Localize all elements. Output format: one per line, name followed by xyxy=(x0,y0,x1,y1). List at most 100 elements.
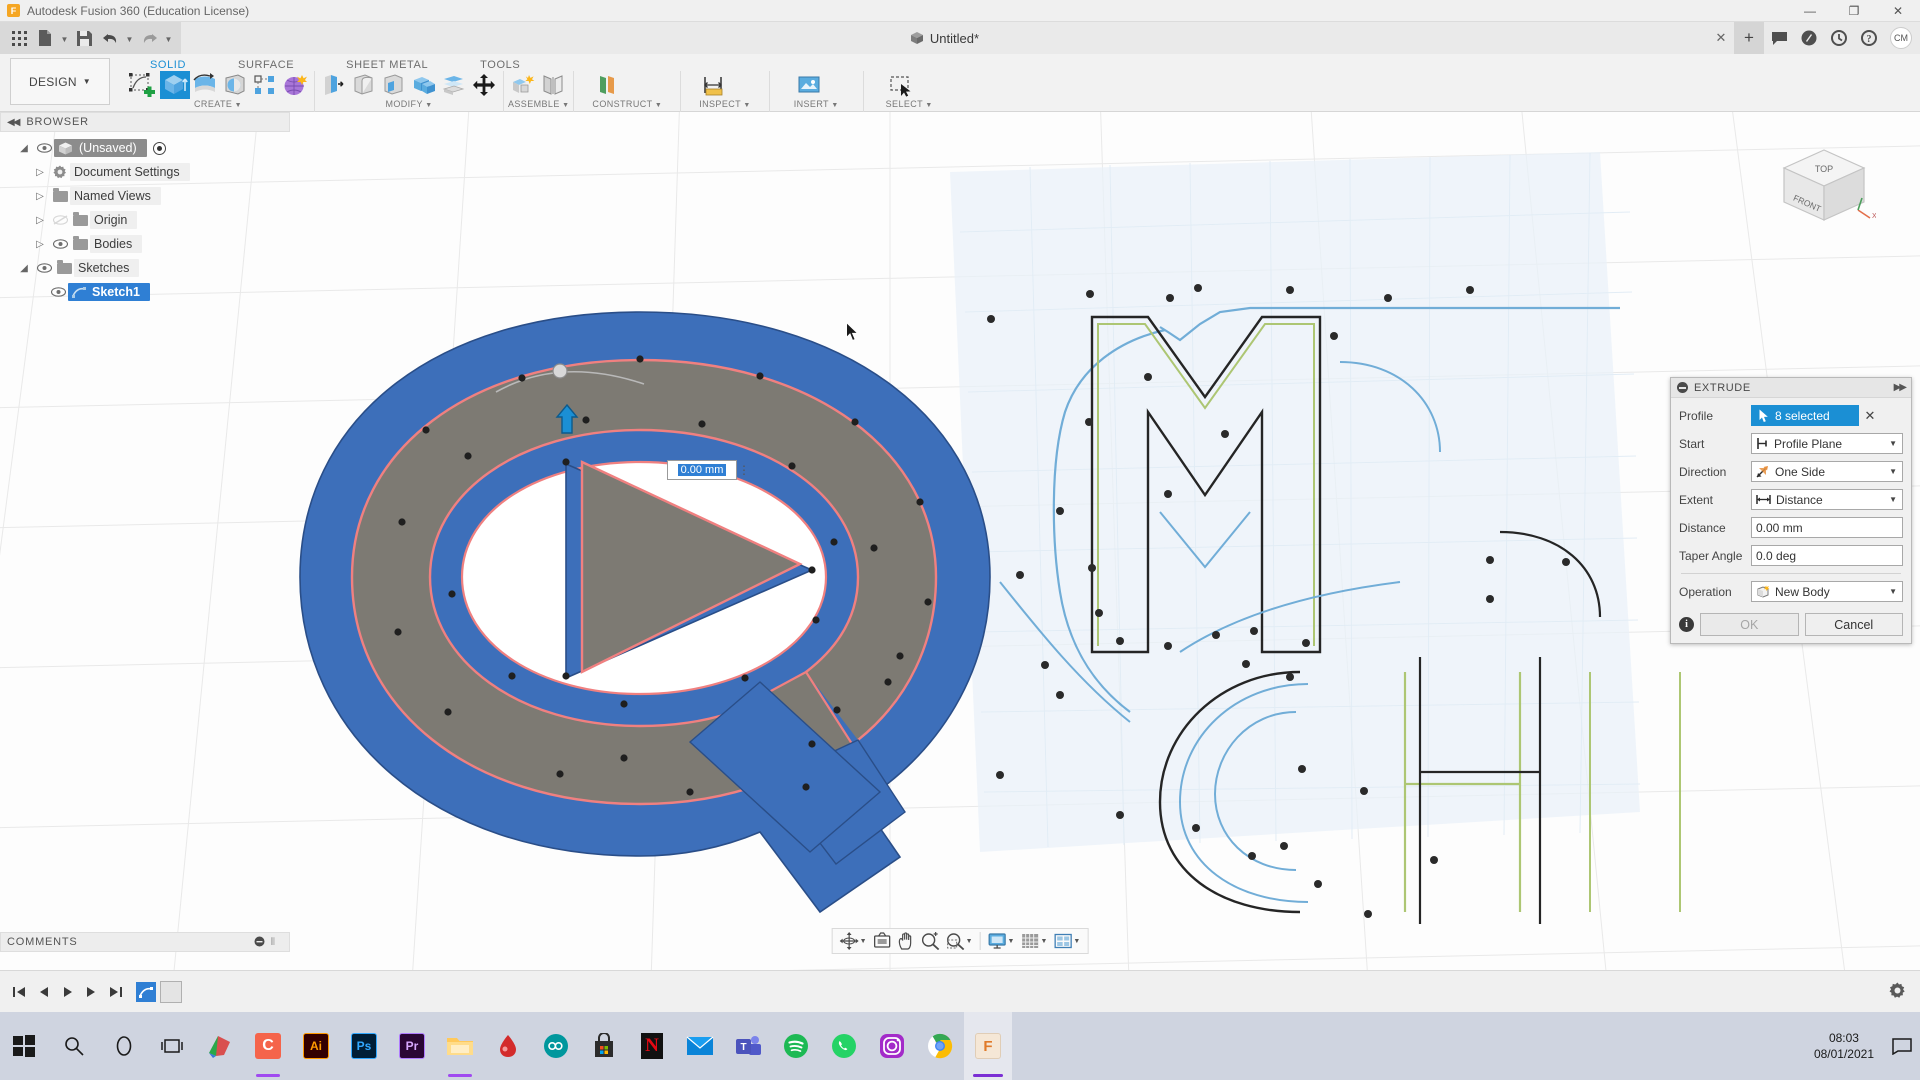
look-at-icon[interactable] xyxy=(870,929,895,953)
revolve-icon[interactable] xyxy=(190,71,220,99)
paint-3d-icon[interactable] xyxy=(196,1012,244,1080)
maximize-button[interactable]: ❐ xyxy=(1832,0,1876,22)
premiere-icon[interactable]: Pr xyxy=(388,1012,436,1080)
browser-item-bodies[interactable]: ▷ Bodies xyxy=(0,232,300,256)
task-view-icon[interactable] xyxy=(148,1012,196,1080)
recent-icon[interactable] xyxy=(1824,22,1854,54)
distance-input[interactable]: 0.00 mm xyxy=(1751,517,1903,538)
resize-grip-icon[interactable]: ⦀ xyxy=(271,937,275,948)
tab-sheet-metal[interactable]: SHEET METAL xyxy=(320,59,454,71)
skip-end-icon[interactable] xyxy=(104,980,126,1004)
pan-icon[interactable] xyxy=(895,929,918,953)
new-component-icon[interactable] xyxy=(508,71,538,99)
photoshop-icon[interactable]: Ps xyxy=(340,1012,388,1080)
document-tab[interactable]: Untitled* xyxy=(910,31,979,46)
step-forward-icon[interactable] xyxy=(80,980,102,1004)
step-back-icon[interactable] xyxy=(32,980,54,1004)
tab-solid[interactable]: SOLID xyxy=(124,59,212,71)
zoom-icon[interactable] xyxy=(918,929,943,953)
sweep-icon[interactable] xyxy=(220,71,250,99)
expand-arrow-icon[interactable]: ◢ xyxy=(14,143,34,154)
distance-input-box[interactable]: 0.00 mm xyxy=(667,460,737,480)
taskbar-clock[interactable]: 08:03 08/01/2021 xyxy=(1814,1030,1884,1062)
extrude-icon[interactable] xyxy=(160,71,190,99)
measure-icon[interactable] xyxy=(699,71,729,99)
browser-item-named-views[interactable]: ▷ Named Views xyxy=(0,184,300,208)
visibility-eye-icon[interactable] xyxy=(50,239,70,249)
zoom-window-icon[interactable]: ▼ xyxy=(943,929,976,953)
panel-create-label[interactable]: CREATE ▼ xyxy=(126,99,310,111)
extensions-icon[interactable] xyxy=(1794,22,1824,54)
display-settings-caret-icon[interactable]: ▼ xyxy=(1008,938,1015,945)
extrude-dialog[interactable]: EXTRUDE ▶▶ Profile 8 selected ✕ Start Pr… xyxy=(1670,377,1912,644)
collapse-icon[interactable] xyxy=(254,935,265,950)
timeline-feature-sketch1[interactable] xyxy=(136,981,156,1002)
play-icon[interactable] xyxy=(56,980,78,1004)
netflix-icon[interactable]: N xyxy=(628,1012,676,1080)
chevron-down-icon[interactable]: ▼ xyxy=(1889,467,1897,476)
operation-dropdown[interactable]: New Body ▼ xyxy=(1751,581,1903,602)
close-tab-icon[interactable]: ✕ xyxy=(1708,22,1734,54)
skip-start-icon[interactable] xyxy=(8,980,30,1004)
activate-component-radio[interactable] xyxy=(152,141,166,155)
cancel-button[interactable]: Cancel xyxy=(1804,613,1903,636)
create-sketch-icon[interactable] xyxy=(126,71,160,99)
spotify-icon[interactable] xyxy=(772,1012,820,1080)
instagram-icon[interactable] xyxy=(868,1012,916,1080)
collapse-icon[interactable] xyxy=(1677,382,1688,393)
viewports-caret-icon[interactable]: ▼ xyxy=(1073,938,1080,945)
tab-tools[interactable]: TOOLS xyxy=(454,59,546,71)
combine-icon[interactable] xyxy=(409,71,439,99)
search-icon[interactable] xyxy=(48,1012,100,1080)
comments-header[interactable]: COMMENTS ⦀ xyxy=(0,932,290,952)
form-icon[interactable] xyxy=(280,71,310,99)
undo-icon[interactable] xyxy=(97,25,123,51)
grid-snaps-caret-icon[interactable]: ▼ xyxy=(1040,938,1047,945)
chevron-down-icon[interactable]: ▼ xyxy=(1889,439,1897,448)
mail-icon[interactable] xyxy=(676,1012,724,1080)
clear-selection-icon[interactable]: ✕ xyxy=(1859,408,1881,424)
grid-snaps-icon[interactable]: ▼ xyxy=(1017,929,1050,953)
viewports-icon[interactable]: ▼ xyxy=(1050,929,1083,953)
visibility-eye-icon[interactable] xyxy=(34,263,54,273)
offset-face-icon[interactable] xyxy=(439,71,469,99)
distance-input-value[interactable]: 0.00 mm xyxy=(677,464,727,476)
browser-item-sketches[interactable]: ◢ Sketches xyxy=(0,256,300,280)
design-workspace-dropdown[interactable]: DESIGN ▼ xyxy=(10,58,110,105)
display-settings-icon[interactable]: ▼ xyxy=(985,929,1018,953)
microsoft-store-icon[interactable] xyxy=(580,1012,628,1080)
panel-construct-label[interactable]: CONSTRUCT ▼ xyxy=(592,99,662,111)
new-document-icon[interactable] xyxy=(32,25,58,51)
dimension-input-popup[interactable]: 0.00 mm ⋮ xyxy=(667,460,751,480)
browser-item-unsaved[interactable]: ◢ (Unsaved) xyxy=(0,136,300,160)
select-window-icon[interactable] xyxy=(886,71,916,99)
info-icon[interactable]: i xyxy=(1679,617,1694,632)
cortana-icon[interactable] xyxy=(100,1012,148,1080)
pin-icon[interactable]: ▶▶ xyxy=(1894,382,1907,393)
chevron-down-icon[interactable]: ▼ xyxy=(1889,587,1897,596)
visibility-eye-off-icon[interactable] xyxy=(50,215,70,225)
expand-arrow-icon[interactable]: ◢ xyxy=(14,263,34,274)
browser-item-document-settings[interactable]: ▷ Document Settings xyxy=(0,160,300,184)
extent-dropdown[interactable]: Distance ▼ xyxy=(1751,489,1903,510)
press-pull-icon[interactable] xyxy=(319,71,349,99)
expand-arrow-icon[interactable]: ▷ xyxy=(30,239,50,250)
arduino-icon[interactable] xyxy=(532,1012,580,1080)
panel-assemble-label[interactable]: ASSEMBLE ▼ xyxy=(508,99,569,111)
tab-surface[interactable]: SURFACE xyxy=(212,59,320,71)
action-center-icon[interactable] xyxy=(1884,1012,1920,1080)
teams-icon[interactable]: T xyxy=(724,1012,772,1080)
orbit-icon[interactable]: ▼ xyxy=(837,929,870,953)
file-explorer-icon[interactable] xyxy=(436,1012,484,1080)
profile-selection-button[interactable]: 8 selected xyxy=(1751,405,1859,426)
comment-icon[interactable] xyxy=(1764,22,1794,54)
undo-caret-icon[interactable]: ▼ xyxy=(123,25,136,51)
shell-icon[interactable] xyxy=(379,71,409,99)
joint-icon[interactable] xyxy=(538,71,568,99)
extrude-arrow-handle[interactable] xyxy=(553,403,581,439)
cinema-4d-icon[interactable]: C xyxy=(244,1012,292,1080)
chrome-icon[interactable] xyxy=(916,1012,964,1080)
panel-insert-label[interactable]: INSERT ▼ xyxy=(794,99,839,111)
redo-icon[interactable] xyxy=(136,25,162,51)
visibility-eye-icon[interactable] xyxy=(48,287,68,297)
